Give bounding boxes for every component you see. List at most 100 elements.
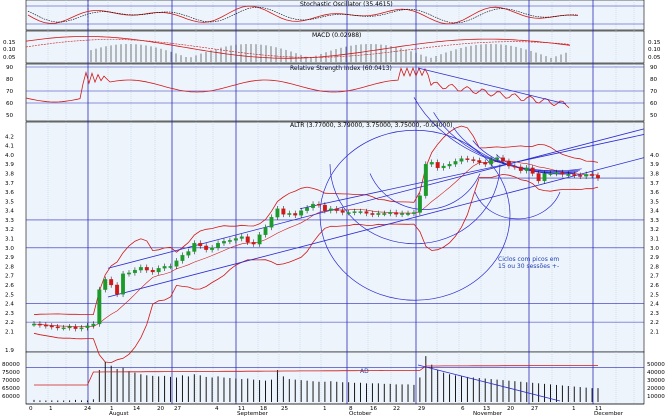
- x-tick-label: 22: [393, 406, 400, 412]
- x-tick-label: 24: [84, 406, 92, 412]
- rsi-right-tick: 70: [650, 89, 658, 95]
- candle-body: [554, 172, 559, 174]
- candle-body: [483, 162, 488, 165]
- candle-body: [334, 208, 339, 211]
- candle-body: [346, 212, 351, 214]
- candle-body: [269, 216, 274, 228]
- rsi-left-tick: 80: [6, 77, 14, 83]
- price-left-tick: 3.4: [5, 209, 14, 215]
- candle-body: [394, 212, 399, 215]
- panel-rsi: [25, 63, 645, 122]
- price-right-tick: 2.8: [650, 264, 659, 270]
- price-right-tick: 3.9: [650, 162, 659, 168]
- candle-body: [55, 326, 60, 329]
- candle-body: [412, 212, 416, 214]
- price-right-tick: 3.7: [650, 181, 659, 187]
- candle-body: [275, 208, 280, 218]
- candle-body: [305, 207, 310, 211]
- candle-body: [382, 213, 387, 215]
- volume-right-tick: 20000: [647, 386, 665, 392]
- month-label: November: [473, 411, 503, 416]
- candle-body: [435, 162, 440, 169]
- price-right-tick: 3.0: [650, 246, 659, 252]
- price-left-tick: 2.3: [5, 311, 14, 317]
- price-left-tick: 2.2: [5, 320, 14, 326]
- price-note-line-1: Ciclos com picos em: [498, 256, 559, 263]
- candle-body: [97, 289, 102, 325]
- candle-body: [43, 324, 48, 327]
- price-left-tick: 4.1: [5, 144, 14, 150]
- price-left-tick: 4.2: [5, 134, 14, 140]
- candle-body: [91, 323, 96, 326]
- candle-body: [512, 165, 517, 168]
- month-label: September: [237, 411, 269, 416]
- candle-body: [370, 213, 375, 215]
- candle-body: [210, 247, 215, 250]
- volume-right-tick: 10000: [647, 394, 665, 400]
- candle-body: [245, 236, 250, 243]
- candle-body: [340, 210, 345, 213]
- candle-body: [204, 245, 209, 250]
- macd-left-tick: 0.15: [3, 40, 16, 46]
- candle-body: [222, 241, 226, 244]
- candle-body: [584, 174, 589, 177]
- price-left-tick: 3.5: [5, 199, 14, 205]
- price-right-tick: 2.7: [650, 274, 659, 280]
- price-right-tick: 3.5: [650, 199, 659, 205]
- price-left-tick: 2.4: [5, 302, 14, 308]
- candle-body: [293, 213, 298, 216]
- price-left-tick: 3.2: [5, 227, 14, 233]
- rsi-left-tick: 90: [6, 65, 14, 71]
- candle-body: [417, 195, 422, 213]
- volume-left-tick: 65000: [2, 386, 20, 392]
- candle-body: [447, 164, 452, 167]
- macd-left-tick: 0.10: [3, 47, 16, 53]
- price-right-tick: 3.8: [650, 171, 659, 177]
- volume-left-tick: 75000: [2, 370, 20, 376]
- month-label: October: [349, 411, 372, 416]
- price-left-tick: 2.8: [5, 264, 14, 270]
- price-left-tick: 2.7: [5, 274, 14, 280]
- candle-body: [311, 203, 315, 208]
- candle-body: [489, 159, 494, 165]
- candle-body: [186, 251, 191, 256]
- price-left-tick: 3.1: [5, 237, 14, 243]
- price-note-line-2: 15 ou 30 sessões +-: [498, 263, 559, 270]
- candle-body: [459, 158, 464, 162]
- x-tick-label: 1: [572, 406, 576, 412]
- macd-right-tick: 0.15: [648, 40, 661, 46]
- candle-body: [216, 242, 220, 248]
- price-left-tick: 4.0: [5, 153, 14, 159]
- volume-right-tick: 30000: [647, 378, 665, 384]
- x-tick-label: 20: [157, 406, 165, 412]
- candle-body: [192, 242, 197, 252]
- candle-body: [227, 240, 232, 242]
- price-left-tick: 3.0: [5, 246, 14, 252]
- price-right-tick: 2.3: [650, 311, 659, 317]
- x-tick-label: 0: [29, 406, 33, 412]
- candle-body: [536, 173, 541, 182]
- candle-body: [37, 323, 42, 326]
- candle-body: [590, 174, 595, 176]
- candle-body: [328, 208, 333, 211]
- candle-body: [400, 213, 405, 215]
- chart-svg: Stochastic Oscillator (35.4615) MACD (0.0…: [0, 0, 669, 416]
- rsi-right-tick: 80: [650, 77, 658, 83]
- price-right-tick: 3.2: [650, 227, 659, 233]
- rsi-right-tick: 60: [650, 101, 658, 107]
- candle-body: [49, 325, 54, 328]
- candle-body: [453, 161, 458, 165]
- candle-body: [542, 173, 547, 182]
- price-title: ALTR (3.77000, 3.79000, 3.75000, 3.75000…: [290, 122, 453, 129]
- month-label: December: [594, 411, 624, 416]
- price-left-tick: 2.1: [5, 329, 14, 335]
- price-right-tick: 2.2: [650, 320, 659, 326]
- candle-body: [263, 227, 268, 235]
- candle-body: [115, 284, 120, 295]
- candle-body: [251, 242, 256, 245]
- candle-body: [257, 234, 262, 245]
- candle-body: [132, 269, 137, 274]
- candle-body: [376, 213, 381, 215]
- candle-body: [299, 210, 304, 216]
- candle-body: [364, 211, 369, 214]
